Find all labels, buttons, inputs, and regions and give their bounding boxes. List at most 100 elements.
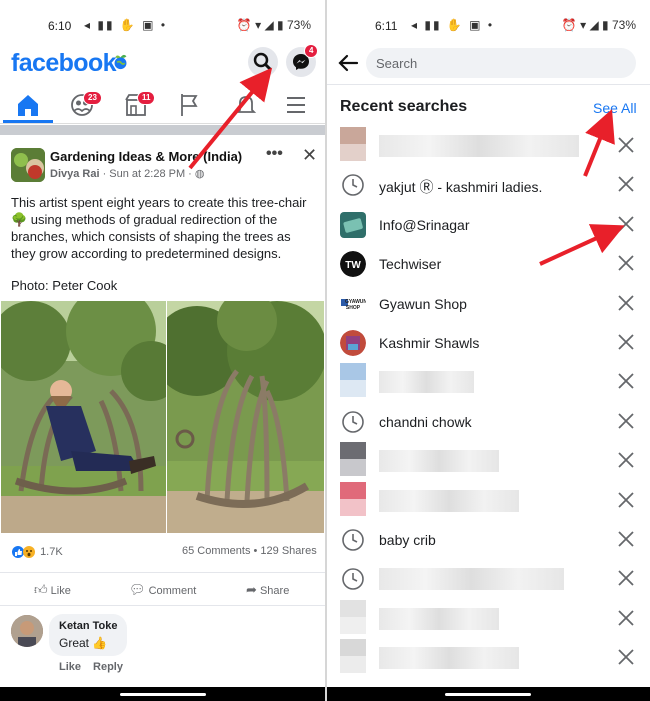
- group-photo: [11, 148, 45, 182]
- comment-like-link[interactable]: Like: [59, 661, 81, 673]
- remove-search-x-icon[interactable]: [615, 607, 637, 629]
- status-right: ⏰ ▾ ◢ ▮ 73%: [236, 18, 311, 32]
- earth-day-globe-icon: [114, 54, 127, 70]
- comment-actions: Like Reply: [59, 661, 135, 673]
- recent-search-item[interactable]: [327, 363, 650, 402]
- facebook-logo: facebook: [11, 49, 117, 77]
- messenger-badge: 4: [304, 44, 319, 58]
- remove-search-x-icon[interactable]: [615, 449, 637, 471]
- recent-search-item[interactable]: GYAWUN SHOP Gyawun Shop: [327, 285, 650, 324]
- home-gesture-pill[interactable]: [120, 693, 206, 696]
- remove-search-x-icon[interactable]: [615, 213, 637, 235]
- status-bar: 6:11 ◂ ▮▮ ✋ ▣ • ⏰ ▾ ◢ ▮ 73%: [327, 0, 650, 44]
- like-love-reaction-icons: [12, 546, 35, 558]
- remove-search-x-icon[interactable]: [615, 252, 637, 274]
- post-photo-credit: Photo: Peter Cook: [11, 278, 118, 293]
- system-nav-bar: [327, 687, 650, 701]
- post-time: · Sun at 2:28 PM ·: [99, 168, 195, 180]
- remove-search-x-icon[interactable]: [615, 528, 637, 550]
- post-meta: Divya Rai · Sun at 2:28 PM · ◍: [50, 167, 205, 180]
- messenger-button[interactable]: 4: [286, 44, 319, 77]
- recent-search-item[interactable]: chandni chowk: [327, 403, 650, 442]
- post-text-part2: using methods of gradual redirection of …: [11, 212, 291, 261]
- recent-search-item[interactable]: [327, 599, 650, 639]
- comments-shares-count[interactable]: 65 Comments • 129 Shares: [182, 545, 317, 557]
- post-photo-1[interactable]: [1, 301, 166, 533]
- search-input[interactable]: [376, 48, 626, 78]
- comment-button[interactable]: 💬︎ Comment: [129, 582, 196, 598]
- remove-search-x-icon[interactable]: [615, 331, 637, 353]
- remove-search-x-icon[interactable]: [615, 370, 637, 392]
- active-tab-indicator: [3, 120, 53, 123]
- recent-search-item[interactable]: Kashmir Shawls: [327, 324, 650, 363]
- recent-search-label: Gyawun Shop: [379, 295, 467, 312]
- group-name[interactable]: Gardening Ideas & More (India): [50, 149, 242, 164]
- tab-marketplace[interactable]: 11: [118, 90, 158, 120]
- tab-home[interactable]: [8, 90, 48, 120]
- reactions-count: 1.7K: [40, 545, 63, 558]
- remove-search-x-icon[interactable]: [615, 410, 637, 432]
- commenter-name[interactable]: Ketan Toke: [59, 620, 117, 632]
- thumbs-up-icon: 👍︎: [34, 582, 48, 597]
- tab-pages[interactable]: [170, 90, 210, 120]
- status-time: 6:10: [48, 19, 72, 33]
- remove-search-x-icon[interactable]: [615, 567, 637, 589]
- recent-search-item[interactable]: [327, 481, 650, 521]
- author-name[interactable]: Divya Rai: [50, 168, 100, 180]
- recent-search-item[interactable]: [327, 560, 650, 599]
- recent-search-item[interactable]: [327, 442, 650, 481]
- bell-icon: [235, 96, 257, 113]
- system-nav-bar: [0, 687, 325, 701]
- commenter-avatar[interactable]: [11, 615, 43, 647]
- remove-search-x-icon[interactable]: [615, 646, 637, 668]
- search-button[interactable]: [248, 47, 278, 77]
- tab-friends[interactable]: 23: [64, 90, 104, 120]
- recent-search-item[interactable]: yakjut Ⓡ - kashmiri ladies.: [327, 166, 650, 205]
- tree-chair-photo: [167, 301, 324, 533]
- recent-search-item[interactable]: [327, 639, 650, 678]
- tab-menu[interactable]: [277, 90, 317, 120]
- recent-search-item[interactable]: baby crib: [327, 521, 650, 560]
- post-more-options-icon[interactable]: •••: [266, 145, 283, 163]
- battery-level: 73%: [286, 18, 311, 32]
- page-avatar-icon: [340, 211, 366, 238]
- thumbs-up-emoji-icon: 👍: [92, 636, 108, 650]
- search-screen: 6:11 ◂ ▮▮ ✋ ▣ • ⏰ ▾ ◢ ▮ 73% Recent searc…: [327, 0, 650, 701]
- comment-bubble-icon: 💬︎: [129, 582, 146, 597]
- blurred-avatar-icon: [340, 442, 366, 477]
- feed-separator: [0, 125, 325, 135]
- group-avatar[interactable]: [11, 148, 45, 182]
- back-arrow-icon[interactable]: [337, 52, 359, 74]
- remove-search-x-icon[interactable]: [615, 134, 637, 156]
- comment-reply-link[interactable]: Reply: [93, 661, 123, 673]
- home-gesture-pill[interactable]: [445, 693, 531, 696]
- like-button[interactable]: 👍︎ Like: [34, 582, 71, 598]
- commenter-photo: [11, 615, 43, 647]
- recent-search-item[interactable]: [327, 127, 650, 166]
- remove-search-x-icon[interactable]: [615, 489, 637, 511]
- marketplace-badge: 11: [137, 91, 156, 105]
- status-right: ⏰ ▾ ◢ ▮ 73%: [561, 18, 636, 32]
- comment-label: Comment: [148, 585, 197, 597]
- reactions-summary[interactable]: 1.7K: [11, 545, 63, 559]
- main-navbar: 23 11: [0, 86, 325, 124]
- page-avatar-icon: [340, 330, 366, 356]
- remove-search-x-icon[interactable]: [615, 292, 637, 314]
- share-button[interactable]: ➦ Share: [246, 582, 289, 598]
- remove-search-x-icon[interactable]: [615, 173, 637, 195]
- search-icon: [253, 52, 272, 71]
- post-close-icon[interactable]: ✕: [302, 145, 317, 166]
- tab-notifications[interactable]: [226, 90, 266, 120]
- recent-search-item[interactable]: Info@Srinagar: [327, 206, 650, 245]
- comment-text-value: Great: [59, 636, 93, 650]
- recent-search-label: Kashmir Shawls: [379, 335, 480, 351]
- recent-search-label: Techwiser: [379, 256, 442, 273]
- notification-icons: ◂ ▮▮ ✋ ▣ •: [411, 18, 495, 32]
- redacted-label: [379, 607, 499, 630]
- share-arrow-icon: ➦: [246, 582, 257, 597]
- recent-search-item[interactable]: TW Techwiser: [327, 245, 650, 284]
- see-all-link[interactable]: See All: [593, 100, 637, 116]
- post-text-part1: This artist spent eight years to create …: [11, 195, 307, 210]
- post-photo-2[interactable]: [167, 301, 324, 533]
- blurred-avatar-icon: [340, 639, 366, 674]
